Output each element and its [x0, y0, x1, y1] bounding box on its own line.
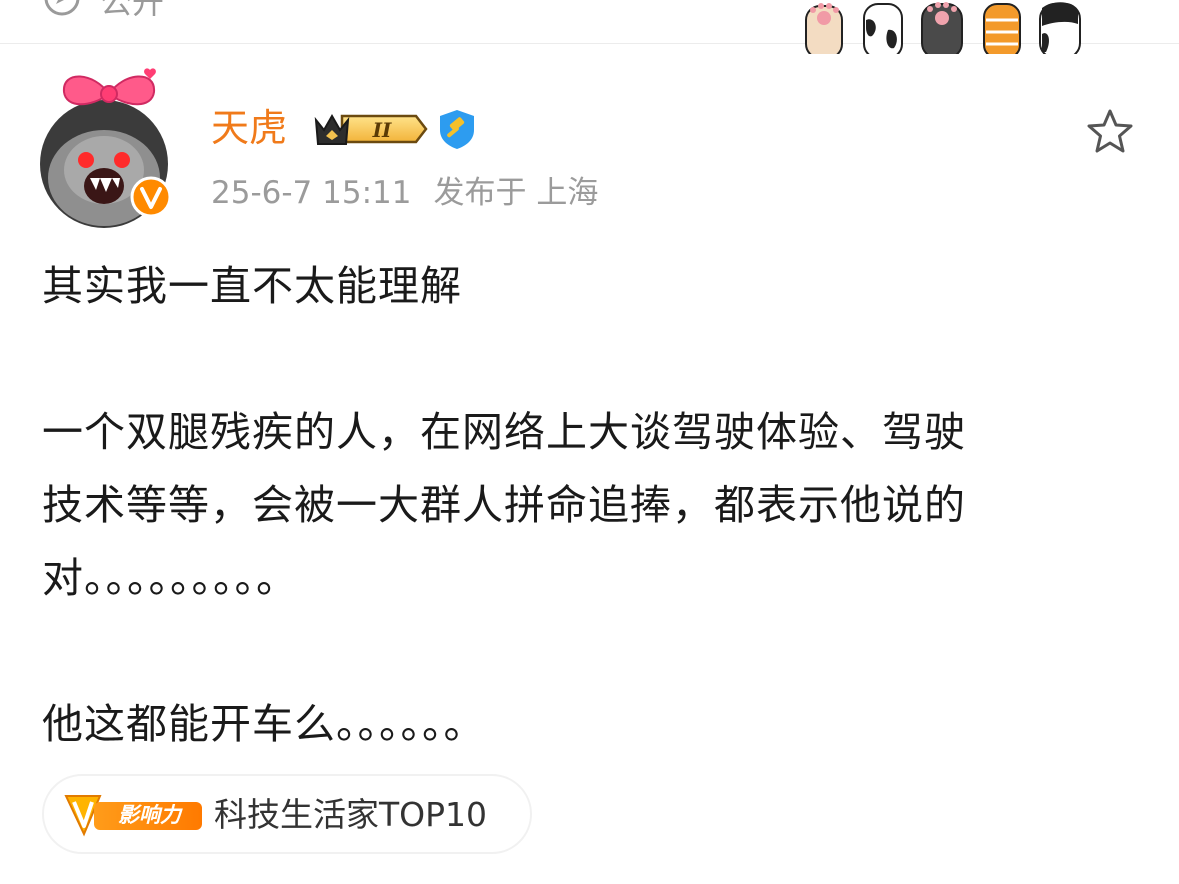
- paragraph: 其实我一直不太能理解: [42, 262, 462, 310]
- paragraph: 他这都能开车么。。。。。。: [42, 700, 486, 748]
- gavel-verified-icon[interactable]: [436, 108, 478, 150]
- star-outline-icon[interactable]: [1084, 106, 1136, 158]
- crown-level-badge-icon[interactable]: II: [312, 108, 428, 150]
- post-timestamp: 25-6-7 15:11: [211, 175, 412, 211]
- visibility-label: 公开: [100, 0, 165, 21]
- paragraph: 一个双腿残疾的人，在网络上大谈驾驶体验、驾驶: [42, 408, 966, 456]
- influence-icon-text: 影响力: [118, 803, 181, 827]
- svg-text:II: II: [372, 118, 392, 142]
- influence-label: 科技生活家TOP10: [214, 795, 488, 834]
- post-location: 发布于 上海: [433, 175, 599, 211]
- author-avatar-group[interactable]: [40, 64, 178, 228]
- paragraph: 对。。。。。。。。。: [42, 554, 298, 602]
- vip-v-icon: [130, 176, 172, 218]
- post-meta: 25-6-7 15:11 发布于 上海: [211, 170, 598, 216]
- author-name[interactable]: 天虎: [211, 104, 287, 152]
- cat-paws-decoration: [805, 2, 1081, 54]
- bow-icon: [62, 68, 156, 106]
- globe-icon: [44, 0, 80, 16]
- post-detail-page: 公开 天虎 II 25-6-7 15:11 发布于 上海 其实我一直不太能理解 …: [0, 0, 1179, 884]
- influence-badge-chip[interactable]: 影响力 科技生活家TOP10: [42, 774, 532, 854]
- paragraph: 技术等等，会被一大群人拼命追捧，都表示他说的: [42, 481, 966, 529]
- post-content: 其实我一直不太能理解 一个双腿残疾的人，在网络上大谈驾驶体验、驾驶 技术等等，会…: [42, 250, 1142, 761]
